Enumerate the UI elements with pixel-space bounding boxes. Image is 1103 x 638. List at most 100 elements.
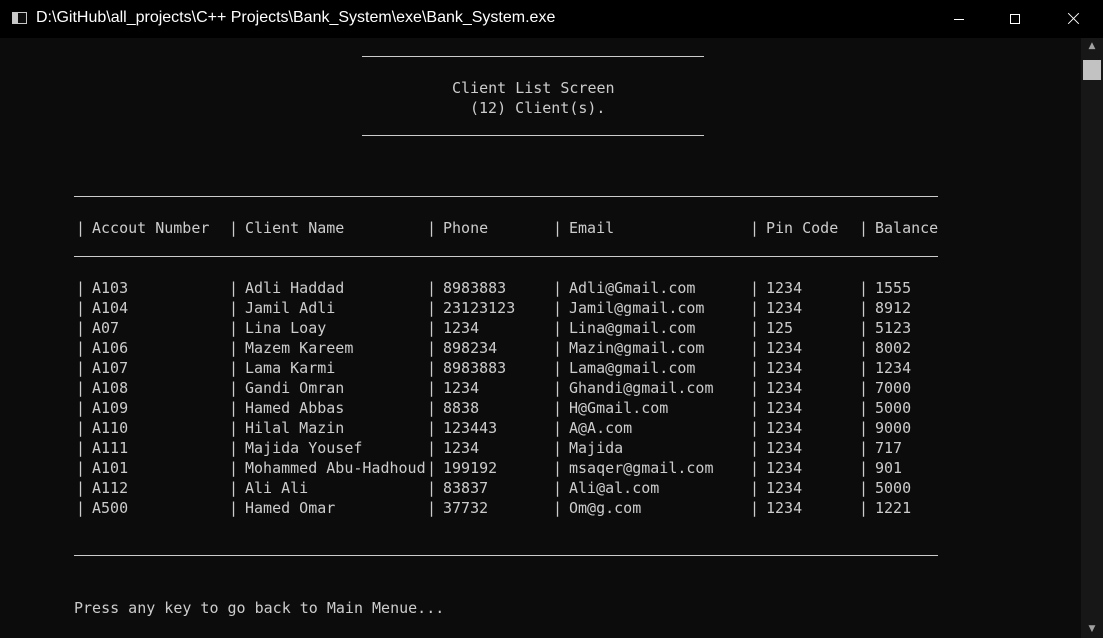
column-separator: |: [76, 299, 86, 317]
table-cell: 37732: [443, 499, 489, 517]
table-cell: 901: [875, 459, 903, 477]
console-window-icon[interactable]: [12, 12, 27, 24]
column-separator: |: [229, 299, 239, 317]
column-separator: |: [750, 319, 760, 337]
table-cell: 1234: [443, 439, 480, 457]
column-separator: |: [750, 359, 760, 377]
table-cell: Mohammed Abu-Hadhoud: [245, 459, 426, 477]
column-separator: |: [229, 319, 239, 337]
table-top-rule: [74, 196, 938, 197]
table-cell: Om@g.com: [569, 499, 642, 517]
column-separator: |: [750, 279, 760, 297]
column-separator: |: [427, 379, 437, 397]
table-cell: 1234: [443, 379, 480, 397]
header-top-rule: [362, 56, 704, 57]
scroll-thumb[interactable]: [1083, 60, 1101, 80]
scroll-up-arrow-icon[interactable]: ▲: [1081, 38, 1103, 55]
table-cell: 1234: [766, 419, 803, 437]
column-separator: |: [553, 219, 563, 237]
table-cell: 5000: [875, 479, 912, 497]
table-cell: 1221: [875, 499, 912, 517]
back-prompt: Press any key to go back to Main Menue..…: [74, 599, 445, 617]
table-cell: 8983883: [443, 359, 507, 377]
table-cell: 898234: [443, 339, 498, 357]
column-header: Email: [569, 219, 615, 237]
column-separator: |: [76, 359, 86, 377]
column-separator: |: [427, 399, 437, 417]
table-cell: H@Gmail.com: [569, 399, 669, 417]
table-cell: A107: [92, 359, 129, 377]
column-separator: |: [229, 399, 239, 417]
table-cell: A@A.com: [569, 419, 633, 437]
column-separator: |: [76, 339, 86, 357]
column-separator: |: [553, 339, 563, 357]
table-bottom-rule: [74, 555, 938, 556]
column-separator: |: [427, 499, 437, 517]
close-button[interactable]: [1044, 0, 1102, 38]
column-separator: |: [427, 419, 437, 437]
title-bar[interactable]: D:\GitHub\all_projects\C++ Projects\Bank…: [0, 0, 1103, 38]
column-separator: |: [859, 219, 869, 237]
table-cell: Lama Karmi: [245, 359, 336, 377]
minimize-button[interactable]: [930, 0, 988, 38]
table-cell: Jamil Adli: [245, 299, 336, 317]
client-count: (12) Client(s).: [470, 99, 606, 117]
column-separator: |: [859, 339, 869, 357]
table-cell: 1555: [875, 279, 912, 297]
column-separator: |: [76, 479, 86, 497]
table-cell: A104: [92, 299, 129, 317]
column-separator: |: [76, 419, 86, 437]
column-separator: |: [553, 399, 563, 417]
table-cell: A110: [92, 419, 129, 437]
column-separator: |: [229, 339, 239, 357]
table-cell: 8912: [875, 299, 912, 317]
column-separator: |: [859, 359, 869, 377]
table-cell: Adli@Gmail.com: [569, 279, 696, 297]
column-separator: |: [859, 439, 869, 457]
table-cell: A111: [92, 439, 129, 457]
column-separator: |: [553, 419, 563, 437]
vertical-scrollbar[interactable]: ▲ ▼: [1081, 38, 1103, 638]
column-separator: |: [859, 479, 869, 497]
table-cell: 1234: [766, 299, 803, 317]
column-separator: |: [750, 439, 760, 457]
console-output[interactable]: Client List Screen (12) Client(s). | Acco…: [0, 38, 1081, 638]
scroll-down-arrow-icon[interactable]: ▼: [1081, 621, 1103, 638]
table-cell: 1234: [766, 379, 803, 397]
table-cell: A07: [92, 319, 120, 337]
table-cell: A106: [92, 339, 129, 357]
column-separator: |: [859, 319, 869, 337]
table-cell: A112: [92, 479, 129, 497]
column-separator: |: [553, 459, 563, 477]
column-separator: |: [427, 319, 437, 337]
table-cell: 83837: [443, 479, 489, 497]
table-cell: Majida: [569, 439, 624, 457]
column-separator: |: [859, 459, 869, 477]
column-separator: |: [427, 219, 437, 237]
column-header: Phone: [443, 219, 489, 237]
column-header: Client Name: [245, 219, 345, 237]
close-icon: [1066, 12, 1080, 26]
column-separator: |: [553, 499, 563, 517]
column-separator: |: [859, 399, 869, 417]
window-title: D:\GitHub\all_projects\C++ Projects\Bank…: [36, 9, 556, 26]
table-cell: Ghandi@gmail.com: [569, 379, 714, 397]
table-cell: Mazem Kareem: [245, 339, 354, 357]
column-separator: |: [553, 439, 563, 457]
column-separator: |: [229, 359, 239, 377]
column-separator: |: [427, 459, 437, 477]
table-cell: Lina Loay: [245, 319, 327, 337]
table-cell: 5123: [875, 319, 912, 337]
column-header: Pin Code: [766, 219, 839, 237]
table-cell: 123443: [443, 419, 498, 437]
maximize-button[interactable]: [986, 0, 1044, 38]
column-separator: |: [229, 499, 239, 517]
table-cell: A108: [92, 379, 129, 397]
table-cell: Lina@gmail.com: [569, 319, 696, 337]
column-header: Accout Number: [92, 219, 210, 237]
column-separator: |: [427, 339, 437, 357]
table-cell: A500: [92, 499, 129, 517]
column-separator: |: [553, 359, 563, 377]
table-cell: 1234: [766, 479, 803, 497]
table-cell: A101: [92, 459, 129, 477]
